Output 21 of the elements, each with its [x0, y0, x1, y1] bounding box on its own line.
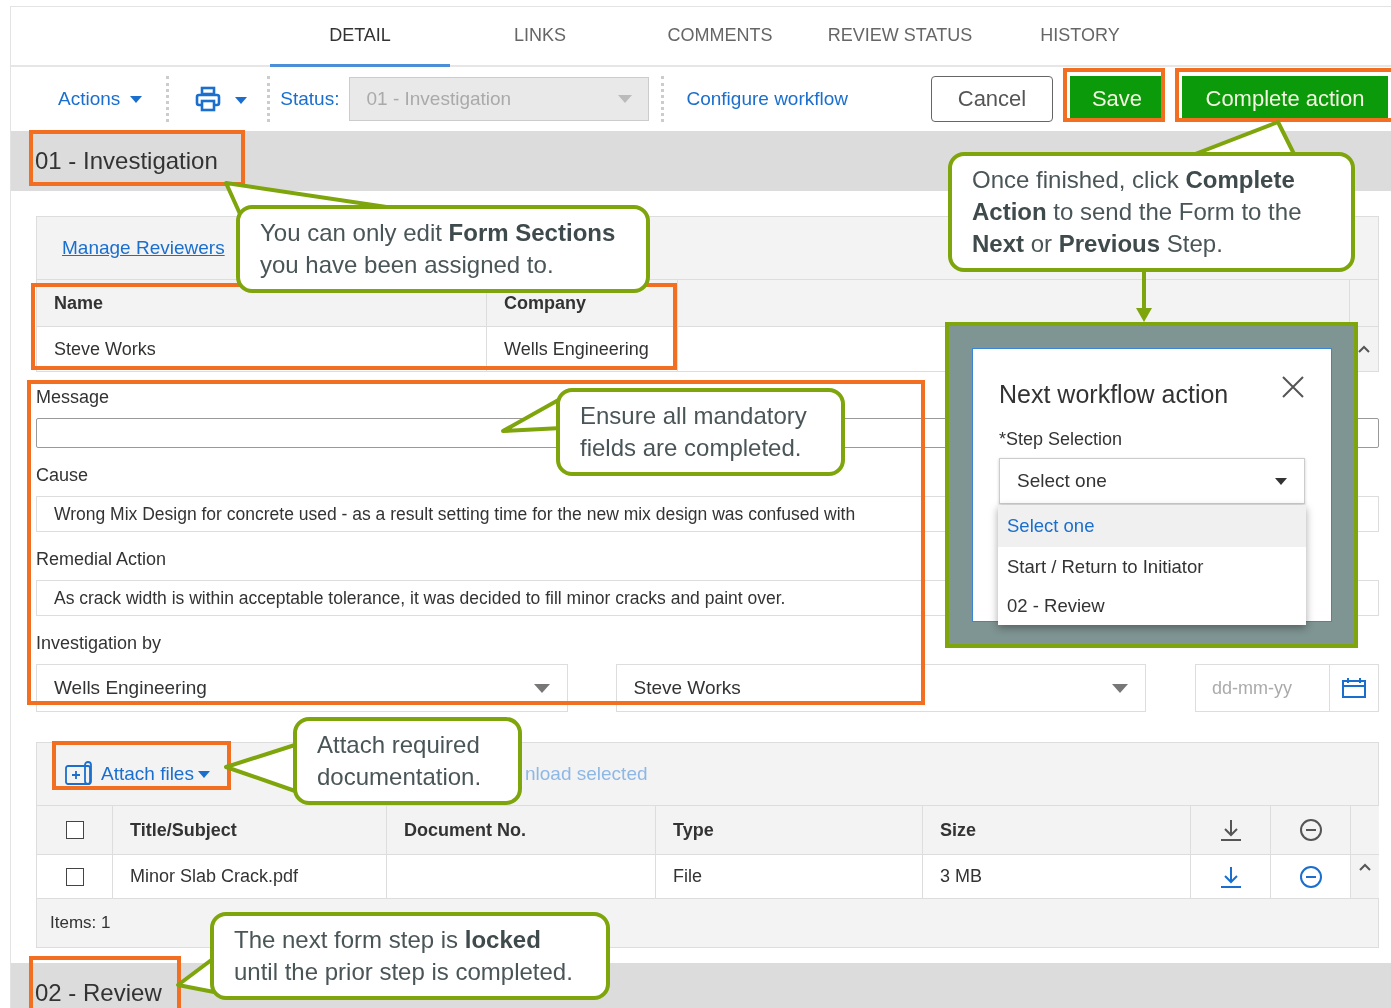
column-header: Type	[656, 806, 923, 855]
section-title: 01 - Investigation	[35, 147, 218, 175]
status-label: Status:	[280, 88, 340, 110]
item-count: Items: 1	[50, 913, 111, 933]
field-label: Cause	[36, 463, 89, 487]
table-cell: Minor Slab Crack.pdf	[113, 855, 387, 899]
column-header: Document No.	[387, 806, 656, 855]
field-label: Message	[36, 385, 110, 409]
callout: The next form step is locked until the prior step is completed.	[210, 912, 610, 1000]
dialog-title: Next workflow action	[999, 380, 1229, 409]
table-cell: File	[656, 855, 923, 899]
section-title: 02 - Review	[35, 979, 162, 1007]
field-label: Investigation by	[36, 631, 162, 655]
table-cell: Steve Works	[37, 327, 487, 371]
table-cell: 3 MB	[923, 855, 1191, 899]
field-label: Remedial Action	[36, 547, 167, 571]
field-label: *Step Selection	[999, 429, 1123, 450]
column-header: Size	[923, 806, 1191, 855]
callout: Ensure all mandatory fields are completed.	[556, 388, 845, 476]
column-header: Title/Subject	[113, 806, 387, 855]
table-cell: Wells Engineering	[487, 327, 678, 371]
